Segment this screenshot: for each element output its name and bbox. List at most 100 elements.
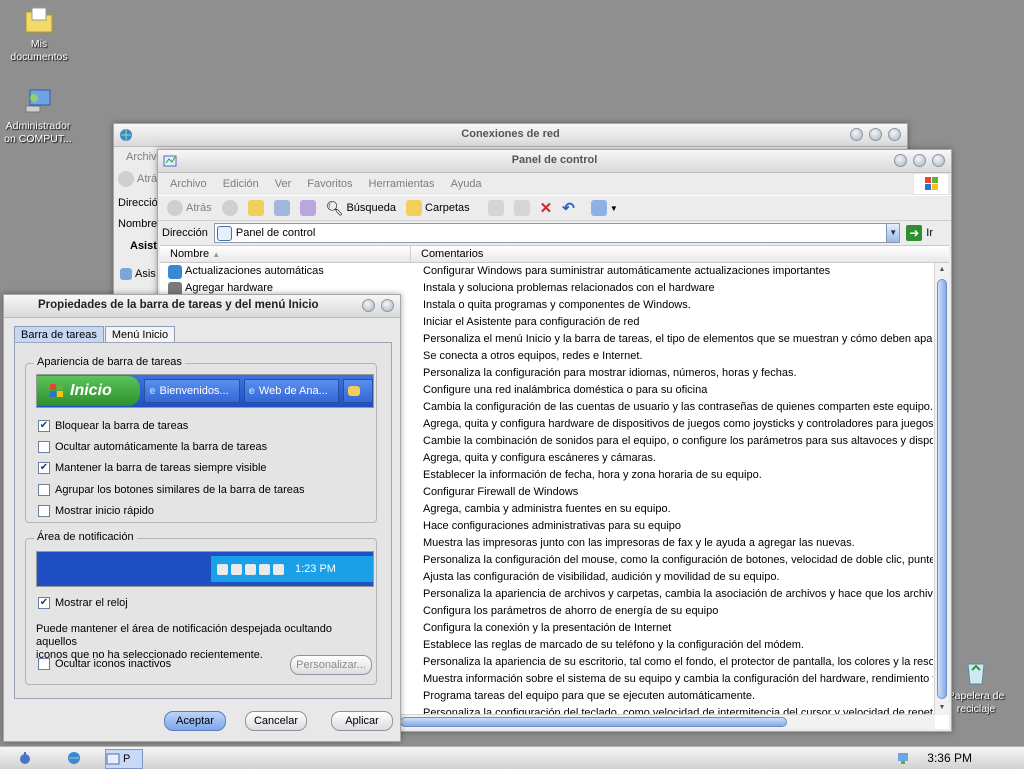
move-to-button[interactable]: [269, 200, 295, 216]
back-arrow-icon[interactable]: [118, 171, 134, 187]
option-group-buttons[interactable]: Agrupar los botones similares de la barr…: [38, 484, 304, 496]
list-item[interactable]: Asis: [120, 268, 156, 280]
option-autohide[interactable]: Ocultar automáticamente la barra de tare…: [38, 441, 267, 453]
folders-button[interactable]: Carpetas: [401, 200, 475, 216]
maximize-button[interactable]: [869, 128, 882, 141]
checkbox[interactable]: ✔: [38, 420, 50, 432]
taskbar-clock[interactable]: 3:36 PM: [927, 751, 972, 765]
desktop-icon-label: Mis: [30, 38, 48, 50]
folder-icon: [348, 386, 361, 396]
notification-group-label: Área de notificación: [34, 531, 137, 543]
column-header-comments[interactable]: Comentarios: [411, 246, 949, 262]
minimize-button[interactable]: [894, 154, 907, 167]
checkbox[interactable]: ✔: [38, 597, 50, 609]
row-comment-cell: Establecer la información de fecha, hora…: [423, 469, 762, 481]
tray-network-icon[interactable]: [896, 749, 910, 767]
address-label: Dirección: [162, 227, 208, 239]
control-panel-icon: [106, 753, 120, 765]
notification-group: Área de notificación 1:23 PM ✔ Mostrar e…: [25, 531, 377, 685]
row-comment-cell: Instala y soluciona problemas relacionad…: [423, 282, 715, 294]
undo-button[interactable]: ↶: [557, 199, 580, 217]
up-folder-button[interactable]: [243, 200, 269, 216]
address-input[interactable]: Panel de control ▼: [213, 223, 901, 243]
row-comment-cell: Personaliza el menú Inicio y la barra de…: [423, 333, 933, 345]
windows-flag-icon: [913, 173, 949, 195]
vertical-scrollbar[interactable]: ▲ ▼: [934, 263, 949, 715]
start-button[interactable]: [18, 749, 32, 767]
scroll-down-arrow[interactable]: ▼: [935, 701, 949, 715]
cancel-button[interactable]: Cancelar: [245, 711, 307, 731]
close-button[interactable]: [888, 128, 901, 141]
menu-herramientas[interactable]: Herramientas: [361, 178, 443, 190]
checkbox[interactable]: [38, 505, 50, 517]
delete-button[interactable]: ✕: [535, 199, 558, 217]
checkbox[interactable]: [38, 441, 50, 453]
row-comment-cell: Personaliza la apariencia de su escritor…: [423, 656, 933, 668]
row-comment-cell: Cambia la configuración de las cuentas d…: [423, 401, 933, 413]
accept-button[interactable]: Aceptar: [164, 711, 226, 731]
column-header-name[interactable]: Nombre ▲: [160, 246, 411, 262]
move-icon: [487, 200, 504, 216]
address-dropdown-button[interactable]: ▼: [886, 224, 900, 242]
network-window-titlebar[interactable]: Conexiones de red: [114, 124, 907, 147]
go-button[interactable]: ➜ Ir: [906, 225, 933, 241]
dialog-tabs: Barra de tareas Menú Inicio: [14, 326, 176, 343]
row-comment-cell: Configure una red inalámbrica doméstica …: [423, 384, 708, 396]
ie-icon: e: [149, 385, 156, 397]
desktop-icon-mis-documentos[interactable]: Mis documentos: [0, 4, 81, 64]
network-col-name[interactable]: Nombre: [118, 218, 157, 230]
tray-icon: [231, 563, 242, 575]
row-name-cell[interactable]: Actualizaciones automáticas: [160, 263, 418, 280]
minimize-button[interactable]: [850, 128, 863, 141]
forward-button[interactable]: [217, 200, 243, 216]
dialog-titlebar[interactable]: Propiedades de la barra de tareas y del …: [4, 295, 400, 318]
tab-panel: Apariencia de barra de tareas Inicio e B…: [14, 342, 392, 699]
row-comment-cell: Muestra las impresoras junto con las imp…: [423, 537, 855, 549]
menu-ver[interactable]: Ver: [267, 178, 300, 190]
maximize-button[interactable]: [913, 154, 926, 167]
close-button[interactable]: [932, 154, 945, 167]
menu-edicion[interactable]: Edición: [215, 178, 267, 190]
help-button[interactable]: [362, 299, 375, 312]
preview-task-button: e Web de Ana...: [243, 379, 340, 403]
list-header: Nombre ▲ Comentarios: [160, 246, 949, 263]
views-grid-icon: [590, 200, 607, 216]
quick-launch-ie[interactable]: [66, 749, 82, 767]
checkbox[interactable]: [38, 658, 50, 670]
search-button[interactable]: 🔍︎ Búsqueda: [321, 200, 401, 217]
menu-archivo[interactable]: Archivo: [162, 178, 215, 190]
option-lock-taskbar[interactable]: ✔ Bloquear la barra de tareas: [38, 420, 188, 432]
option-hide-inactive-icons[interactable]: Ocultar iconos inactivos: [38, 658, 171, 670]
option-show-clock[interactable]: ✔ Mostrar el reloj: [38, 597, 128, 609]
dialog-title: Propiedades de la barra de tareas y del …: [38, 299, 319, 311]
desktop-icon-label: documentos: [10, 51, 68, 63]
copy-button[interactable]: [509, 200, 535, 216]
horizontal-scroll-thumb[interactable]: [400, 717, 787, 727]
close-button[interactable]: [381, 299, 394, 312]
scroll-up-arrow[interactable]: ▲: [935, 263, 949, 277]
row-comment-cell: Configura la conexión y la presentación …: [423, 622, 672, 634]
option-always-on-top[interactable]: ✔ Mantener la barra de tareas siempre vi…: [38, 462, 267, 474]
taskbar-task-control-panel[interactable]: P: [105, 749, 143, 769]
menu-bar: Archivo Edición Ver Favoritos Herramient…: [158, 173, 951, 195]
desktop-icon-administrador[interactable]: Administrador on COMPUT...: [0, 86, 80, 146]
control-panel-titlebar[interactable]: Panel de control: [158, 150, 951, 173]
checkbox[interactable]: ✔: [38, 462, 50, 474]
row-comment-cell: Agrega, cambia y administra fuentes en s…: [423, 503, 671, 515]
views-button[interactable]: ▼: [586, 200, 623, 216]
checkbox[interactable]: [38, 484, 50, 496]
tab-barra-de-tareas[interactable]: Barra de tareas: [14, 326, 104, 343]
taskbar-properties-dialog[interactable]: Propiedades de la barra de tareas y del …: [3, 294, 401, 742]
menu-favoritos[interactable]: Favoritos: [299, 178, 360, 190]
table-row[interactable]: Actualizaciones automáticas Configurar Wi…: [160, 263, 933, 280]
control-panel-icon: [216, 225, 232, 241]
move-button[interactable]: [483, 200, 509, 216]
apply-button[interactable]: Aplicar: [331, 711, 393, 731]
option-quick-launch[interactable]: Mostrar inicio rápido: [38, 505, 154, 517]
vertical-scroll-thumb[interactable]: [937, 279, 947, 699]
customize-button[interactable]: Personalizar...: [290, 655, 372, 675]
copy-to-button[interactable]: [295, 200, 321, 216]
back-button[interactable]: Atrás: [162, 200, 217, 216]
menu-ayuda[interactable]: Ayuda: [443, 178, 490, 190]
tab-menu-inicio[interactable]: Menú Inicio: [104, 326, 176, 343]
